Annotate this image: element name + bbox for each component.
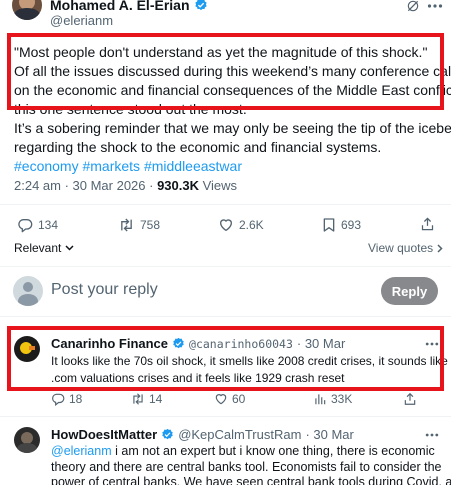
more-options-icon[interactable]: [425, 432, 439, 438]
like-action[interactable]: 60: [214, 392, 245, 406]
sort-relevant-label: Relevant: [14, 241, 62, 255]
view-quotes[interactable]: View quotes: [368, 241, 443, 255]
like-count: 2.6K: [239, 218, 264, 232]
chevron-down-icon: [65, 245, 74, 251]
reply-author-handle[interactable]: @KepCalmTrustRam: [178, 427, 301, 442]
repost-count: 758: [140, 218, 161, 232]
reply-count: 18: [69, 392, 83, 406]
verified-badge-icon: [161, 428, 174, 441]
reply-date[interactable]: · 30 Mar: [305, 427, 353, 442]
highlight-box: [7, 33, 444, 110]
bookmark-action[interactable]: 693: [322, 217, 361, 233]
share-icon: [403, 392, 417, 406]
chevron-right-icon: [437, 243, 443, 253]
view-quotes-label: View quotes: [368, 241, 434, 255]
hashtags[interactable]: #economy #markets #middleeastwar: [14, 157, 451, 176]
views-count: 930.3K: [157, 178, 199, 193]
avatar[interactable]: [14, 427, 40, 453]
repost-icon: [118, 217, 135, 233]
heart-icon: [214, 392, 228, 406]
reply-button[interactable]: Reply: [381, 277, 438, 305]
reply-icon: [17, 217, 33, 233]
repost-action[interactable]: 758: [118, 217, 160, 233]
divider: [0, 416, 451, 417]
more-options-icon[interactable]: [427, 3, 443, 9]
reply-action[interactable]: 18: [51, 392, 82, 406]
repost-action[interactable]: 14: [131, 392, 162, 406]
views-count: 33K: [331, 392, 353, 406]
reply-input[interactable]: Post your reply: [51, 281, 158, 299]
views-label: Views: [199, 178, 238, 193]
sort-relevant[interactable]: Relevant: [14, 241, 74, 255]
highlight-box: [7, 326, 444, 391]
reply-action-bar: 18 14 60 33K: [51, 390, 441, 406]
reply-button-label: Reply: [391, 283, 428, 299]
reply-body: @elerianm i am not an expert but i know …: [51, 444, 451, 485]
body-line: It’s a sobering reminder that we may onl…: [14, 120, 451, 136]
author-name-row: Mohamed A. El-Erian: [50, 0, 208, 13]
grok-icon[interactable]: [406, 0, 420, 13]
like-count: 60: [232, 392, 246, 406]
divider: [0, 204, 451, 205]
verified-badge-icon: [194, 0, 208, 12]
divider: [0, 316, 451, 317]
reply-action[interactable]: 134: [17, 217, 58, 233]
reply-icon: [51, 392, 65, 406]
avatar[interactable]: [12, 0, 42, 20]
divider: [0, 266, 451, 267]
heart-icon: [218, 217, 234, 233]
share-icon[interactable]: [420, 216, 435, 232]
reply-count: 134: [38, 218, 59, 232]
repost-count: 14: [149, 392, 163, 406]
reply-line: power of central banks. We have seen cen…: [51, 475, 451, 485]
author-name[interactable]: Mohamed A. El-Erian: [50, 0, 190, 13]
user-avatar[interactable]: [13, 276, 43, 306]
like-action[interactable]: 2.6K: [218, 217, 264, 233]
reply-line: theory and there are central banks tool.…: [51, 459, 442, 474]
mention-link[interactable]: @elerianm: [51, 444, 112, 458]
repost-icon: [131, 392, 145, 406]
bookmark-count: 693: [341, 218, 362, 232]
tweet-timestamp[interactable]: 2:24 am · 30 Mar 2026 ·: [14, 178, 157, 193]
body-line: regarding the shock to the economic and …: [14, 139, 382, 155]
views-action[interactable]: 33K: [313, 392, 352, 406]
reply-input-placeholder: Post your reply: [51, 281, 158, 298]
tweet-meta: 2:24 am · 30 Mar 2026 · 930.3K Views: [14, 178, 237, 193]
reply-header: HowDoesItMatter @KepCalmTrustRam · 30 Ma…: [51, 427, 354, 442]
reply-author-name[interactable]: HowDoesItMatter: [51, 427, 157, 442]
author-handle[interactable]: @elerianm: [50, 13, 113, 28]
share-action[interactable]: [403, 392, 417, 406]
reply-line: i am not an expert but i know one thing,…: [111, 444, 435, 458]
views-icon: [313, 392, 327, 406]
bookmark-icon: [322, 217, 336, 233]
